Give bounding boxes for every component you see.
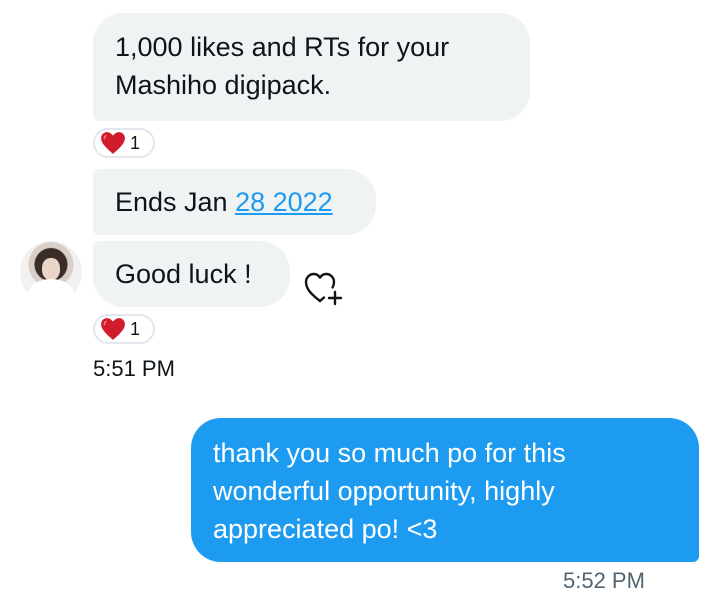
reaction-count: 1 bbox=[130, 318, 141, 339]
reaction-count: 1 bbox=[130, 132, 141, 153]
incoming-message-bubble[interactable]: Ends Jan 28 2022 bbox=[93, 169, 376, 235]
message-timestamp: 5:52 PM bbox=[563, 568, 645, 593]
red-heart-icon bbox=[101, 132, 125, 154]
message-text: Good luck ! bbox=[115, 259, 252, 289]
red-heart-icon bbox=[101, 318, 125, 340]
message-text: thank you so much po for this wonderful … bbox=[213, 438, 566, 544]
heart-plus-icon[interactable] bbox=[303, 270, 347, 306]
avatar[interactable] bbox=[20, 241, 82, 303]
heart-reaction[interactable]: 1 bbox=[93, 128, 155, 158]
avatar-shirt bbox=[28, 279, 74, 303]
incoming-message-bubble[interactable]: 1,000 likes and RTs for your Mashiho dig… bbox=[93, 13, 530, 121]
message-text: 1,000 likes and RTs for your Mashiho dig… bbox=[115, 32, 450, 100]
incoming-message-bubble[interactable]: Good luck ! bbox=[93, 241, 290, 307]
heart-reaction[interactable]: 1 bbox=[93, 314, 155, 344]
date-link[interactable]: 28 2022 bbox=[235, 187, 333, 217]
message-timestamp: 5:51 PM bbox=[93, 356, 175, 381]
avatar-face bbox=[42, 258, 60, 280]
message-text: Ends Jan bbox=[115, 187, 236, 217]
outgoing-message-bubble[interactable]: thank you so much po for this wonderful … bbox=[191, 418, 699, 562]
